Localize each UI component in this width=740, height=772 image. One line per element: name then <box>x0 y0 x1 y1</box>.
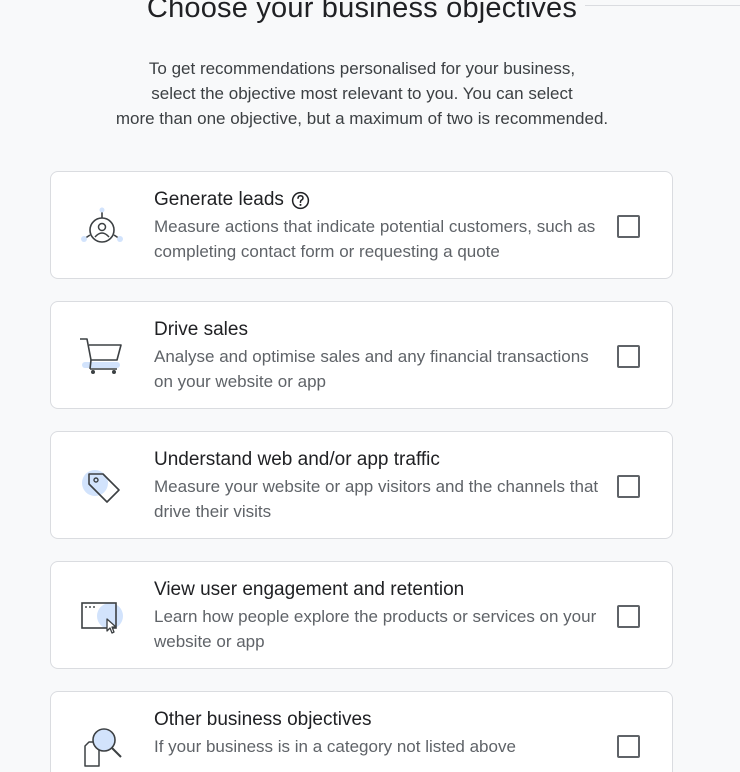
subtitle-line: To get recommendations personalised for … <box>148 59 576 78</box>
objective-description: Measure actions that indicate potential … <box>154 217 596 261</box>
objective-card-understand-traffic[interactable]: Understand web and/or app traffic Measur… <box>50 431 673 539</box>
tag-icon <box>77 462 127 512</box>
objective-card-other[interactable]: Other business objectives If your busine… <box>50 691 673 772</box>
objective-checkbox-understand-traffic[interactable] <box>617 475 640 498</box>
objective-description: Measure your website or app visitors and… <box>154 477 599 521</box>
subtitle-line: more than one objective, but a maximum o… <box>115 109 609 128</box>
objectives-page: Choose your business objectives To get r… <box>0 0 740 772</box>
objective-description: Learn how people explore the products or… <box>154 607 597 651</box>
objective-checkbox-engagement-retention[interactable] <box>617 605 640 628</box>
objective-checkbox-drive-sales[interactable] <box>617 345 640 368</box>
page-title: Choose your business objectives <box>146 0 578 24</box>
leads-target-icon <box>77 202 127 252</box>
objective-description: Analyse and optimise sales and any finan… <box>154 347 589 391</box>
objective-card-generate-leads[interactable]: Generate leads Measure actions that indi… <box>50 171 673 279</box>
help-icon[interactable] <box>291 191 310 210</box>
shopping-cart-icon <box>77 332 127 382</box>
objective-title: Drive sales <box>154 319 248 340</box>
objective-checkbox-generate-leads[interactable] <box>617 215 640 238</box>
objective-title: View user engagement and retention <box>154 579 465 600</box>
magnifier-document-icon <box>77 722 127 772</box>
objective-description: If your business is in a category not li… <box>154 737 516 756</box>
objective-title: Generate leads <box>154 189 284 210</box>
objective-checkbox-other[interactable] <box>617 735 640 758</box>
objective-title: Understand web and/or app traffic <box>154 449 440 470</box>
objective-card-drive-sales[interactable]: Drive sales Analyse and optimise sales a… <box>50 301 673 409</box>
objective-card-engagement-retention[interactable]: View user engagement and retention Learn… <box>50 561 673 669</box>
subtitle-line: select the objective most relevant to yo… <box>151 84 573 103</box>
page-subtitle: To get recommendations personalised for … <box>62 56 662 131</box>
browser-cursor-icon <box>77 592 127 642</box>
objective-title: Other business objectives <box>154 709 372 730</box>
